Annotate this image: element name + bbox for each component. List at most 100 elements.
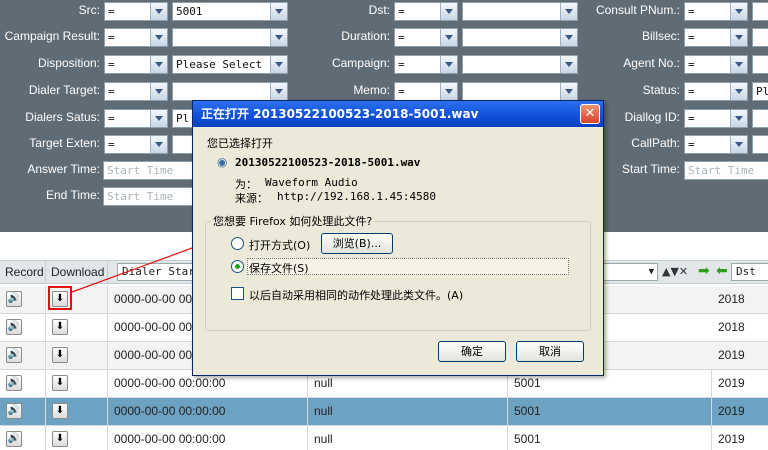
speaker-icon[interactable]: 🔊 [6, 431, 22, 447]
download-arrow-icon[interactable]: ⬇ [52, 431, 68, 447]
dialers-satus-operator-select[interactable]: = [104, 109, 168, 128]
src-value-select[interactable]: 5001 [172, 2, 288, 21]
speaker-icon[interactable]: 🔊 [6, 319, 22, 335]
chosen-label: 您已选择打开 [207, 137, 273, 150]
chevron-down-icon [270, 83, 287, 100]
audio-file-icon: ◉ [217, 155, 228, 169]
row-src: 5001 [508, 398, 712, 425]
duration-value-select[interactable] [462, 28, 578, 47]
chevron-down-icon [150, 56, 167, 73]
target-exten-operator-select[interactable]: = [104, 135, 168, 154]
auto-action-label: 以后自动采用相同的动作处理此类文件。(A) [249, 289, 464, 302]
speaker-icon[interactable]: 🔊 [6, 403, 22, 419]
dst-column-select[interactable]: Dst [731, 263, 768, 281]
download-arrow-icon[interactable]: ⬇ [52, 347, 68, 363]
dialer-target-label: Dialer Target: [28, 83, 100, 97]
status-value-select[interactable]: Pl [752, 82, 768, 101]
dialers-satus-label: Dialers Satus: [25, 110, 100, 124]
chevron-down-icon [270, 3, 287, 20]
callpath-operator-select[interactable]: = [684, 135, 748, 154]
chevron-down-icon [150, 136, 167, 153]
ok-button[interactable]: 确定 [438, 341, 506, 362]
chevron-down-icon [440, 3, 457, 20]
row-year: 2019 [718, 376, 745, 390]
campaign-result-value-select[interactable] [172, 28, 288, 47]
consult-pnum-operator-select[interactable]: = [684, 2, 748, 21]
billsec-operator-select[interactable]: = [684, 28, 748, 47]
arrow-left-icon[interactable]: ⬅ [716, 263, 728, 279]
open-with-radio[interactable] [231, 237, 244, 250]
status-label: Status: [642, 83, 680, 97]
billsec-value-select[interactable] [752, 28, 768, 47]
disposition-value-select[interactable]: Please Select [172, 55, 288, 74]
memo-value-select[interactable] [462, 82, 578, 101]
disposition-label: Disposition: [37, 56, 100, 70]
start-time-input[interactable]: Start Time [684, 161, 768, 180]
campaign-value-select[interactable] [462, 55, 578, 74]
src-operator-select[interactable]: = [104, 2, 168, 21]
record-column-header[interactable]: Record [0, 261, 46, 284]
campaign-operator-select[interactable]: = [394, 55, 458, 74]
memo-operator-select[interactable]: = [394, 82, 458, 101]
type-value: Waveform Audio [265, 176, 358, 189]
arrow-right-icon[interactable]: ➡ [698, 263, 710, 279]
download-column-header[interactable]: Download [46, 261, 108, 284]
row-year: 2019 [718, 432, 745, 446]
campaign-result-operator-select[interactable]: = [104, 28, 168, 47]
browse-button[interactable]: 浏览(B)... [321, 233, 393, 254]
chevron-down-icon [150, 110, 167, 127]
column-select-right[interactable]: ▼ [600, 263, 658, 281]
download-arrow-icon[interactable]: ⬇ [52, 319, 68, 335]
download-arrow-icon[interactable]: ⬇ [52, 403, 68, 419]
column-select-left[interactable]: Dialer Star [117, 263, 197, 281]
row-time: 0000-00-00 00:00:00 [108, 398, 308, 425]
consult-pnum-label: Consult PNum.: [595, 3, 680, 17]
agent-no-label: Agent No.: [623, 56, 680, 70]
chevron-down-icon [150, 83, 167, 100]
table-row: 🔊 ⬇ 0000-00-00 00:00:00 null 5001 2019 [0, 426, 768, 450]
campaign-result-label: Campaign Result: [4, 29, 100, 43]
chevron-down-icon [730, 56, 747, 73]
dialer-target-value-select[interactable] [172, 82, 288, 101]
speaker-icon[interactable]: 🔊 [6, 291, 22, 307]
diallog-id-operator-select[interactable]: = [684, 109, 748, 128]
row-memo: null [308, 398, 508, 425]
row-year: 2019 [718, 348, 745, 362]
agent-no-operator-select[interactable]: = [684, 55, 748, 74]
row-year: 2018 [718, 320, 745, 334]
end-time-input[interactable]: Start Time [103, 187, 193, 206]
diallog-id-value-select[interactable] [752, 109, 768, 128]
dst-operator-select[interactable]: = [394, 2, 458, 21]
open-file-dialog: 正在打开 20130522100523-2018-5001.wav ✕ 您已选择… [192, 100, 604, 376]
chevron-down-icon [270, 56, 287, 73]
chevron-down-icon [560, 83, 577, 100]
dialer-target-operator-select[interactable]: = [104, 82, 168, 101]
chevron-down-icon [560, 29, 577, 46]
status-operator-select[interactable]: = [684, 82, 748, 101]
chevron-down-icon [440, 83, 457, 100]
callpath-value-select[interactable] [752, 135, 768, 154]
duration-label: Duration: [341, 29, 390, 43]
answer-time-label: Answer Time: [27, 162, 100, 176]
open-with-label: 打开方式(O) [249, 239, 311, 252]
agent-no-value-select[interactable] [752, 55, 768, 74]
chevron-down-icon [730, 83, 747, 100]
chevron-down-icon [270, 29, 287, 46]
sort-icons[interactable]: ▲▼✕ [662, 265, 688, 278]
chevron-down-icon [730, 3, 747, 20]
auto-action-checkbox[interactable] [231, 287, 244, 300]
speaker-icon[interactable]: 🔊 [6, 375, 22, 391]
answer-time-input[interactable]: Start Time [103, 161, 193, 180]
save-file-radio[interactable] [231, 260, 244, 273]
cancel-button[interactable]: 取消 [516, 341, 584, 362]
duration-operator-select[interactable]: = [394, 28, 458, 47]
dst-value-select[interactable] [462, 2, 578, 21]
chevron-down-icon [560, 56, 577, 73]
download-arrow-icon[interactable]: ⬇ [52, 375, 68, 391]
disposition-operator-select[interactable]: = [104, 55, 168, 74]
speaker-icon[interactable]: 🔊 [6, 347, 22, 363]
close-button[interactable]: ✕ [580, 104, 600, 124]
save-file-label: 保存文件(S) [249, 262, 309, 275]
consult-pnum-value-select[interactable] [752, 2, 768, 21]
target-exten-label: Target Exten: [29, 136, 100, 150]
